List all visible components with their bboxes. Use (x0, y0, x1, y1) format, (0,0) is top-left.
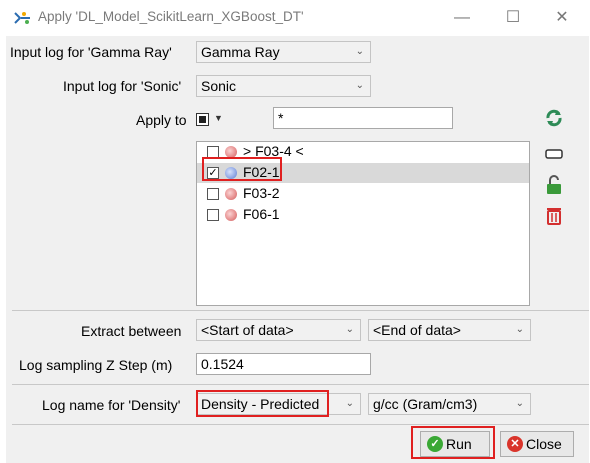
window-title: Apply 'DL_Model_ScikitLearn_XGBoost_DT' (38, 9, 304, 24)
sonic-label: Input log for 'Sonic' (63, 78, 182, 94)
density-label: Log name for 'Density' (42, 397, 181, 413)
separator (12, 424, 589, 425)
apply-to-label: Apply to (136, 112, 187, 128)
dialog-body: Input log for 'Gamma Ray' Gamma Ray ⌄ In… (6, 36, 589, 463)
app-icon (14, 12, 30, 24)
dropdown-arrow-icon: ▼ (214, 113, 223, 123)
well-icon (225, 209, 237, 221)
chevron-down-icon: ⌄ (515, 398, 524, 409)
highlight-box (411, 426, 495, 459)
chevron-down-icon: ⌄ (355, 80, 364, 91)
list-item[interactable]: F03-2 (197, 184, 529, 204)
chevron-down-icon: ⌄ (345, 398, 354, 409)
minimize-button[interactable]: — (452, 8, 472, 28)
chevron-down-icon: ⌄ (515, 324, 524, 335)
title-bar: Apply 'DL_Model_ScikitLearn_XGBoost_DT' … (0, 0, 590, 36)
chevron-down-icon: ⌄ (345, 324, 354, 335)
separator (12, 384, 589, 385)
chevron-down-icon: ⌄ (355, 46, 364, 57)
list-item[interactable]: F06-1 (197, 205, 529, 225)
highlight-box (196, 390, 329, 417)
rectangle-icon[interactable] (544, 144, 564, 164)
extract-end-select[interactable]: <End of data> ⌄ (368, 319, 531, 341)
close-window-button[interactable]: ✕ (552, 8, 572, 28)
maximize-button[interactable]: ☐ (503, 8, 523, 28)
well-icon (225, 188, 237, 200)
gamma-ray-label: Input log for 'Gamma Ray' (10, 44, 172, 60)
refresh-icon[interactable] (544, 108, 564, 128)
gamma-ray-select[interactable]: Gamma Ray ⌄ (196, 41, 371, 63)
close-button[interactable]: ✕ Close (500, 431, 574, 457)
checkbox[interactable] (207, 188, 219, 200)
checkbox[interactable] (207, 209, 219, 221)
density-unit-select[interactable]: g/cc (Gram/cm3) ⌄ (368, 393, 531, 415)
highlight-box (202, 157, 282, 181)
trash-icon[interactable] (544, 205, 564, 225)
extract-start-select[interactable]: <Start of data> ⌄ (196, 319, 361, 341)
separator (12, 310, 589, 311)
close-icon: ✕ (507, 436, 523, 452)
sonic-select[interactable]: Sonic ⌄ (196, 75, 371, 97)
filter-input[interactable]: * (273, 107, 453, 129)
zstep-label: Log sampling Z Step (m) (19, 357, 173, 373)
zstep-input[interactable]: 0.1524 (196, 353, 371, 375)
extract-between-label: Extract between (81, 323, 182, 339)
lock-icon[interactable] (544, 175, 564, 195)
